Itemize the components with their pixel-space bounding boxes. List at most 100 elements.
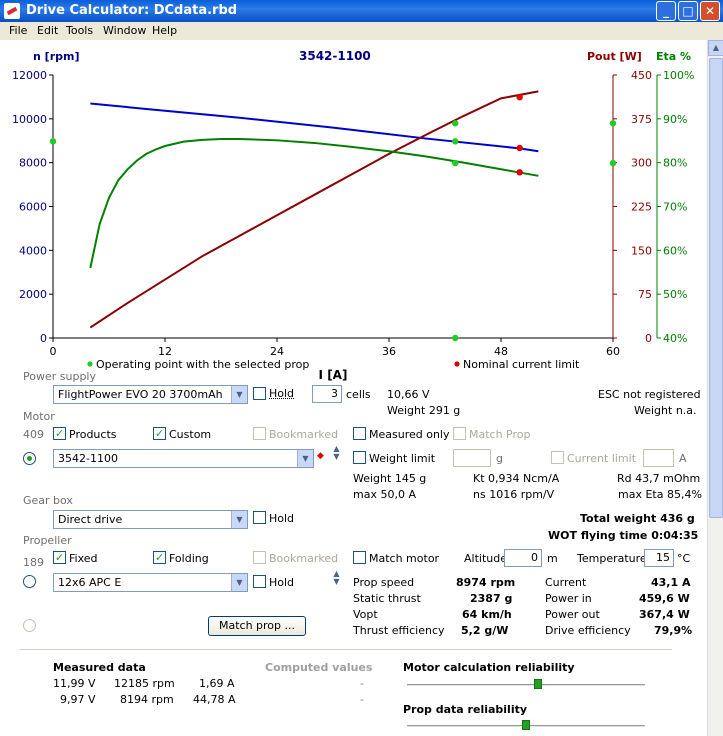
motor-kt: Kt 0,934 Ncm/A bbox=[473, 472, 560, 485]
chart-marker bbox=[49, 138, 57, 145]
current-limit-unit: A bbox=[679, 452, 687, 465]
match-prop-button[interactable]: Match prop ... bbox=[208, 616, 306, 636]
close-button[interactable]: ✕ bbox=[700, 1, 720, 21]
menu-window[interactable]: Window bbox=[103, 24, 146, 37]
battery-select[interactable]: FlightPower EVO 20 3700mAh ▼ bbox=[53, 385, 248, 404]
right-1-tick-label: 75 bbox=[638, 288, 652, 301]
motor-max-current: max 50,0 A bbox=[353, 488, 416, 501]
chart-marker bbox=[452, 138, 459, 145]
match-prop-checkbox[interactable] bbox=[453, 427, 466, 440]
drive-efficiency-value: 79,9% bbox=[654, 624, 693, 637]
custom-checkbox[interactable]: ✓ bbox=[153, 427, 166, 440]
weight-limit-checkbox[interactable] bbox=[353, 451, 366, 464]
x-tick-label: 12 bbox=[158, 345, 172, 358]
left-tick-label: 2000 bbox=[19, 288, 47, 301]
right-2-tick-label: 40% bbox=[663, 332, 687, 345]
menu-edit[interactable]: Edit bbox=[37, 24, 58, 37]
vopt-value: 64 km/h bbox=[462, 608, 512, 621]
left-tick-label: 8000 bbox=[19, 157, 47, 170]
esc-status: ESC not registered bbox=[598, 388, 701, 401]
x-tick-label: 0 bbox=[50, 345, 57, 358]
fixed-checkbox[interactable]: ✓ bbox=[53, 551, 66, 564]
vertical-scrollbar[interactable]: ▲ bbox=[707, 40, 723, 736]
gearbox-select[interactable]: Direct drive ▼ bbox=[53, 510, 248, 529]
prop-bookmarked-label: Bookmarked bbox=[269, 552, 339, 565]
computed-title: Computed values bbox=[265, 661, 373, 674]
weight-limit-input[interactable] bbox=[453, 449, 491, 467]
battery-value: FlightPower EVO 20 3700mAh bbox=[58, 388, 223, 401]
menu-tools[interactable]: Tools bbox=[66, 24, 93, 37]
products-checkbox[interactable]: ✓ bbox=[53, 427, 66, 440]
motor-value: 3542-1100 bbox=[58, 452, 118, 465]
maximize-button[interactable]: □ bbox=[678, 1, 698, 21]
prop-bookmarked-checkbox[interactable] bbox=[253, 551, 266, 564]
measured-only-checkbox[interactable] bbox=[353, 427, 366, 440]
series-line-3 bbox=[89, 137, 539, 269]
x-tick-label: 60 bbox=[606, 345, 620, 358]
prop-reliability-title: Prop data reliability bbox=[403, 703, 528, 716]
motor-reliability-slider[interactable] bbox=[533, 679, 542, 689]
drive-efficiency-label: Drive efficiency bbox=[545, 624, 631, 637]
thrust-efficiency-label: Thrust efficiency bbox=[353, 624, 445, 637]
power-supply-section: Power supply bbox=[23, 370, 96, 383]
right-1-tick-label: 225 bbox=[631, 201, 652, 214]
vopt-label: Vopt bbox=[353, 608, 378, 621]
current-limit-input[interactable] bbox=[643, 449, 674, 467]
x-axis-title: I [A] bbox=[319, 368, 348, 382]
match-prop-label: Match Prop bbox=[469, 428, 531, 441]
chart-marker bbox=[452, 159, 459, 167]
thrust-efficiency-value: 5,2 g/W bbox=[461, 624, 509, 637]
motor-updown[interactable]: ▲ ▼ bbox=[332, 445, 341, 461]
third-radio[interactable] bbox=[23, 619, 36, 632]
menu-file[interactable]: File bbox=[9, 24, 27, 37]
prop-select[interactable]: 12x6 APC E ▼ bbox=[53, 573, 248, 592]
gearbox-hold-checkbox[interactable] bbox=[253, 511, 266, 524]
motor-section: Motor bbox=[23, 410, 55, 423]
motor-weight: Weight 145 g bbox=[353, 472, 427, 485]
right-1-tick-label: 450 bbox=[631, 69, 652, 82]
battery-voltage: 10,66 V bbox=[387, 388, 430, 401]
chart-marker bbox=[516, 169, 523, 176]
prop-updown[interactable]: ▲ ▼ bbox=[332, 570, 341, 586]
current-limit-checkbox[interactable] bbox=[551, 451, 564, 464]
scroll-thumb[interactable] bbox=[709, 58, 723, 518]
measured-title: Measured data bbox=[53, 661, 146, 674]
temperature-input[interactable]: 15 bbox=[644, 549, 674, 567]
battery-weight: Weight 291 g bbox=[387, 404, 461, 417]
motor-count: 409 bbox=[23, 428, 44, 441]
computed-row-1: - bbox=[360, 677, 364, 690]
scroll-up-icon[interactable]: ▲ bbox=[708, 40, 723, 56]
motor-radio[interactable] bbox=[23, 452, 36, 465]
match-motor-checkbox[interactable] bbox=[353, 551, 366, 564]
battery-hold-checkbox[interactable] bbox=[253, 387, 266, 400]
chevron-down-icon: ▼ bbox=[231, 574, 247, 591]
esc-weight: Weight n.a. bbox=[634, 404, 697, 417]
motor-select[interactable]: 3542-1100 ▼ bbox=[53, 449, 314, 468]
prop-radio[interactable] bbox=[23, 575, 36, 588]
battery-hold-label: Hold bbox=[269, 387, 295, 400]
drive-chart: 0 12 24 36 48 60 0 2000 4000 6000 8000 10000 12000 0 7… bbox=[12, 69, 694, 382]
fixed-label: Fixed bbox=[69, 552, 98, 565]
temperature-label: Temperature bbox=[577, 552, 647, 565]
folding-label: Folding bbox=[169, 552, 209, 565]
power-in-label: Power in bbox=[545, 592, 592, 605]
chart-marker bbox=[609, 159, 617, 167]
altitude-input[interactable]: 0 bbox=[504, 549, 542, 567]
menu-help[interactable]: Help bbox=[152, 24, 177, 37]
temperature-unit: °C bbox=[677, 552, 691, 565]
motor-bookmarked-checkbox[interactable] bbox=[253, 427, 266, 440]
chart-marker bbox=[609, 120, 617, 127]
power-out-value: 367,4 W bbox=[639, 608, 690, 621]
power-in-value: 459,6 W bbox=[639, 592, 690, 605]
motor-ns: ns 1016 rpm/V bbox=[473, 488, 555, 501]
minimize-button[interactable]: _ bbox=[656, 1, 676, 21]
right-axis-2-title: Eta % bbox=[656, 50, 692, 63]
prop-reliability-slider[interactable] bbox=[522, 720, 530, 730]
cells-input[interactable]: 3 bbox=[312, 385, 342, 403]
current-label: Current bbox=[545, 576, 587, 589]
left-tick-label: 0 bbox=[40, 332, 47, 345]
total-weight: Total weight 436 g bbox=[580, 512, 695, 525]
prop-hold-checkbox[interactable] bbox=[253, 575, 266, 588]
chart-marker bbox=[516, 94, 523, 101]
folding-checkbox[interactable]: ✓ bbox=[153, 551, 166, 564]
